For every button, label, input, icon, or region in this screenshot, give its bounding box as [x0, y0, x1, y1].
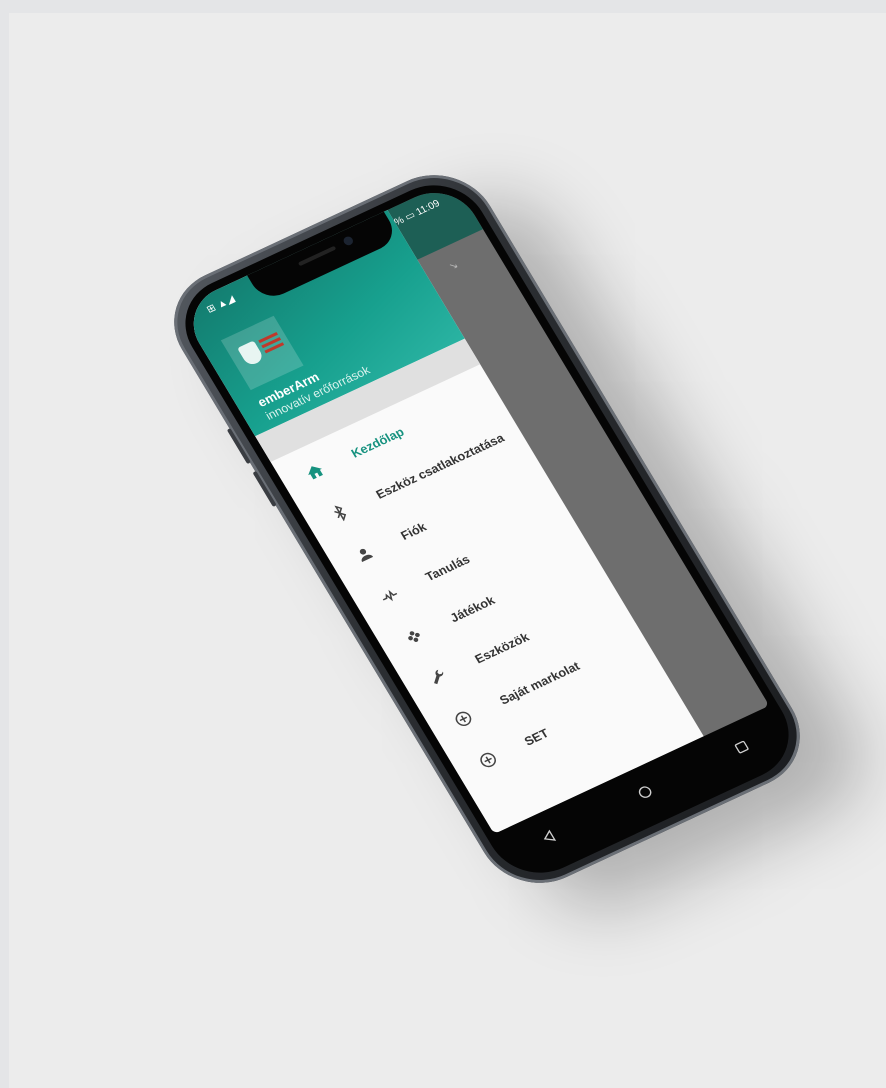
speaker: [297, 245, 337, 267]
signal-icon: [374, 581, 405, 609]
phone-mockup: ↘ ⊞ ▲◢ % ▭ 11:09 emberArm innovatív erőf…: [0, 0, 886, 1088]
bluetooth-icon: [324, 499, 355, 527]
menu-label: Játékok: [447, 593, 498, 626]
overflow-indicator-icon: ↘: [447, 259, 461, 273]
joystick-icon: [398, 622, 429, 650]
phone-body: ↘ ⊞ ▲◢ % ▭ 11:09 emberArm innovatív erőf…: [152, 156, 822, 902]
wrench-icon: [423, 664, 454, 692]
home-circle-icon: [638, 786, 652, 798]
menu-label: SET: [521, 726, 552, 749]
back-button[interactable]: [527, 818, 570, 856]
home-button[interactable]: [624, 773, 667, 811]
add-circle-icon: [448, 705, 479, 733]
status-left: ⊞ ▲◢: [204, 293, 237, 316]
recents-button[interactable]: [720, 728, 763, 766]
phone-bezel: ↘ ⊞ ▲◢ % ▭ 11:09 emberArm innovatív erőf…: [166, 169, 808, 889]
menu-label: Kezdőlap: [348, 424, 407, 461]
menu-label: Fiók: [398, 519, 429, 543]
back-triangle-icon: [543, 829, 557, 841]
recents-square-icon: [734, 740, 749, 754]
camera-icon: [341, 235, 355, 247]
phone-screen: ↘ ⊞ ▲◢ % ▭ 11:09 emberArm innovatív erőf…: [177, 179, 770, 835]
home-icon: [299, 458, 330, 486]
person-icon: [349, 540, 380, 568]
menu-label: Tanulás: [423, 552, 473, 585]
menu-label: Eszközök: [472, 630, 532, 667]
add-circle-icon: [472, 746, 503, 774]
logo-lines: [258, 331, 285, 356]
